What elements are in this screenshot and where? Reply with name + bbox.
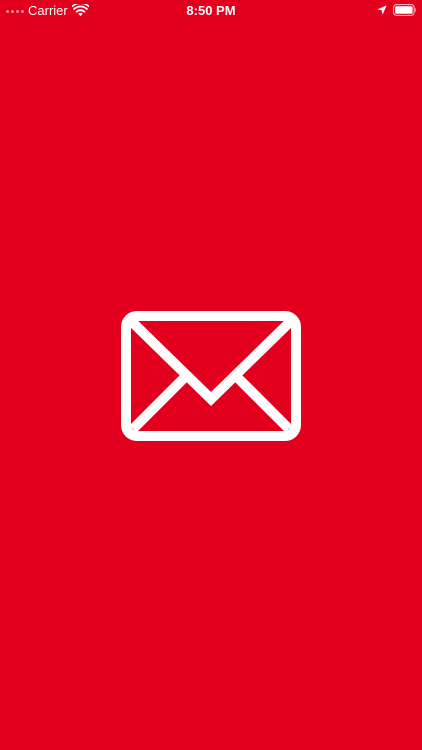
envelope-icon [121, 311, 301, 441]
status-time: 8:50 PM [186, 3, 236, 18]
battery-icon [393, 4, 417, 16]
location-arrow-icon [377, 5, 387, 15]
splash-screen: Carrier 8:50 PM [0, 0, 422, 750]
status-bar: Carrier 8:50 PM [0, 0, 422, 22]
